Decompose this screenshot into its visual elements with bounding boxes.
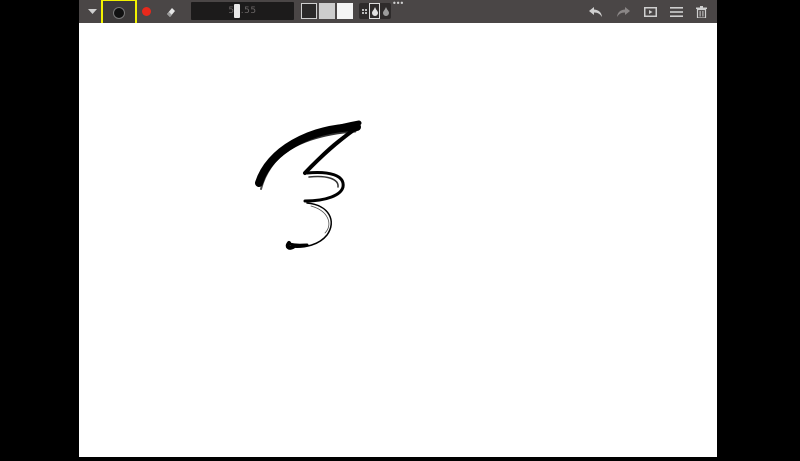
undo-button[interactable] [587,0,605,23]
ink-drop-icon [371,6,378,16]
water-drop-icon [382,6,389,16]
menu-button[interactable] [667,0,685,23]
trash-button[interactable] [693,0,709,23]
canvas-drawing [255,120,362,250]
color-picker-button[interactable] [139,0,153,23]
redo-icon [617,6,630,17]
blend-mode-water[interactable] [380,3,391,19]
slider-thumb[interactable] [234,4,240,18]
collapse-toolbar-button[interactable] [85,0,99,23]
swatch-white[interactable] [337,3,353,19]
screen-button[interactable] [641,0,659,23]
eraser-button[interactable] [163,0,179,23]
drawing-canvas[interactable] [79,23,717,457]
toolbar: 50.55 ••• [79,0,717,27]
brush-size-slider[interactable]: 50.55 [191,2,294,20]
brush-size-value: 50.55 [228,6,257,16]
hamburger-menu-icon [669,6,683,17]
chevron-down-icon [87,8,97,14]
drawing-app: 50.55 ••• [79,0,717,457]
eraser-icon [167,7,175,17]
blend-mode-group [359,3,391,19]
trash-icon [695,5,707,18]
screen-icon [643,6,657,17]
blend-mode-left[interactable] [359,3,369,19]
brush-tip-icon [114,8,124,18]
color-dot-icon [141,7,151,16]
small-grid-icon [361,8,367,14]
brush-stroke-3 [255,120,362,250]
redo-button[interactable] [614,0,632,23]
blend-mode-ink[interactable] [369,3,380,19]
swatch-gray[interactable] [319,3,335,19]
undo-icon [589,6,602,17]
swatch-dark[interactable] [301,3,317,19]
more-options-handle[interactable]: ••• [392,0,404,8]
